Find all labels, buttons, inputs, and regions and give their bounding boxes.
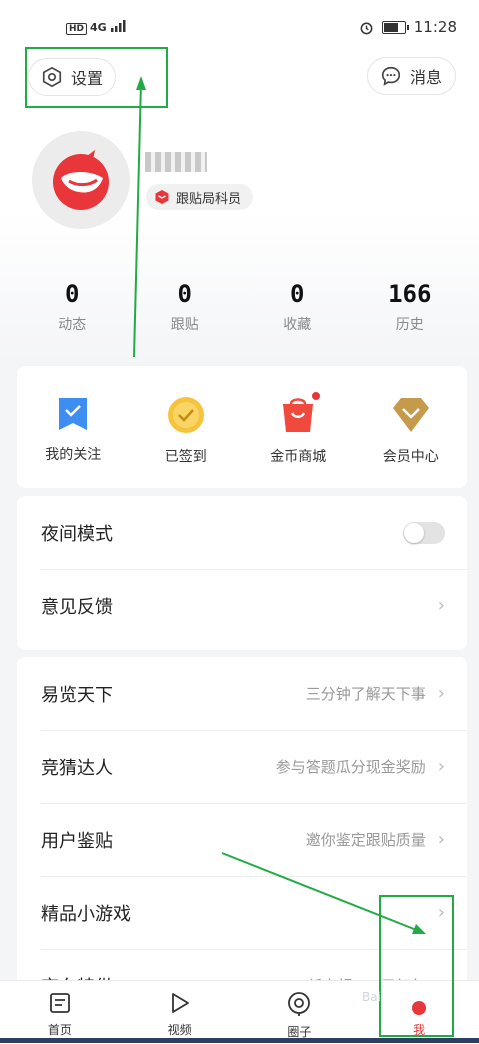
chevron-right-icon: › bbox=[437, 683, 445, 704]
list-item[interactable]: 用户鉴贴 邀你鉴定跟贴质量 › bbox=[17, 803, 467, 876]
shortcut-label: 金币商城 bbox=[270, 449, 327, 465]
row-label: 意见反馈 bbox=[41, 596, 113, 618]
hd-badge: HD bbox=[66, 23, 88, 35]
battery-icon bbox=[381, 20, 409, 34]
settings-card: 夜间模式 意见反馈 › bbox=[17, 496, 467, 650]
stat-history[interactable]: 166 历史 bbox=[354, 280, 467, 334]
shortcut-vip-center[interactable]: 会员中心 bbox=[355, 366, 468, 488]
badge-hexagon-icon bbox=[155, 190, 169, 204]
play-icon bbox=[171, 993, 189, 1013]
message-button[interactable]: 消息 bbox=[367, 57, 456, 95]
message-label: 消息 bbox=[410, 68, 443, 87]
signal-icon bbox=[110, 20, 126, 32]
shopping-bag-icon bbox=[283, 398, 314, 432]
stat-label: 收藏 bbox=[283, 317, 312, 333]
message-bubble-icon bbox=[381, 66, 401, 86]
shortcut-checkin[interactable]: 已签到 bbox=[130, 366, 243, 488]
stat-label: 跟贴 bbox=[170, 317, 199, 333]
app-logo-icon bbox=[53, 150, 109, 210]
stat-value: 166 bbox=[388, 280, 432, 308]
row-label: 夜间模式 bbox=[41, 523, 113, 545]
stat-label: 动态 bbox=[58, 317, 87, 333]
list-item[interactable]: 竞猜达人 参与答题瓜分现金奖励 › bbox=[17, 730, 467, 803]
shortcut-follow[interactable]: 我的关注 bbox=[17, 366, 130, 488]
tab-home[interactable]: 首页 bbox=[0, 981, 120, 1044]
badge-label: 跟贴局科员 bbox=[176, 191, 242, 207]
tab-label: 视频 bbox=[167, 1023, 192, 1037]
alarm-icon bbox=[360, 22, 373, 34]
stat-value: 0 bbox=[177, 280, 192, 308]
diamond-icon bbox=[392, 398, 429, 432]
stat-label: 历史 bbox=[395, 317, 424, 333]
shortcut-label: 我的关注 bbox=[45, 447, 102, 463]
row-label: 竞猜达人 bbox=[41, 757, 113, 779]
watermark: Bai bbox=[362, 990, 381, 1004]
clock: 11:28 bbox=[413, 18, 457, 36]
stat-comments[interactable]: 0 跟贴 bbox=[129, 280, 242, 334]
avatar[interactable] bbox=[32, 131, 130, 229]
network-indicator: HD 4G bbox=[66, 20, 127, 35]
stat-dynamics[interactable]: 0 动态 bbox=[16, 280, 129, 334]
shortcuts-card: 我的关注 已签到 金币商城 会员中心 bbox=[17, 366, 467, 488]
shortcut-coin-mall[interactable]: 金币商城 bbox=[242, 366, 355, 488]
row-label: 易览天下 bbox=[41, 684, 113, 706]
tab-circle[interactable]: 圈子 bbox=[240, 981, 360, 1044]
signal-label: 4G bbox=[90, 21, 107, 34]
username-blurred bbox=[145, 152, 207, 172]
tab-video[interactable]: 视频 bbox=[120, 981, 240, 1044]
bottom-strip bbox=[0, 1038, 479, 1043]
level-badge[interactable]: 跟贴局科员 bbox=[146, 184, 254, 210]
row-value: 邀你鉴定跟贴质量 bbox=[305, 831, 426, 849]
notification-dot bbox=[310, 390, 322, 402]
stat-value: 0 bbox=[290, 280, 305, 308]
chevron-right-icon: › bbox=[437, 595, 445, 616]
bookmark-icon bbox=[59, 398, 88, 430]
checkin-icon bbox=[167, 397, 204, 433]
shortcut-label: 会员中心 bbox=[382, 449, 439, 465]
chevron-right-icon: › bbox=[437, 756, 445, 777]
row-value: 参与答题瓜分现金奖励 bbox=[275, 758, 426, 776]
night-mode-toggle[interactable] bbox=[403, 521, 445, 544]
night-mode-row[interactable]: 夜间模式 bbox=[17, 496, 467, 569]
settings-highlight-box bbox=[25, 47, 168, 108]
tab-label: 首页 bbox=[47, 1023, 72, 1037]
list-item[interactable]: 易览天下 三分钟了解天下事 › bbox=[17, 657, 467, 730]
row-label: 用户鉴贴 bbox=[41, 830, 113, 852]
row-label: 精品小游戏 bbox=[41, 903, 131, 925]
feedback-row[interactable]: 意见反馈 › bbox=[17, 569, 467, 642]
stats-row: 0 动态 0 跟贴 0 收藏 166 历史 bbox=[16, 280, 466, 334]
stat-favorites[interactable]: 0 收藏 bbox=[241, 280, 354, 334]
row-value: 三分钟了解天下事 bbox=[305, 685, 426, 703]
home-icon bbox=[49, 993, 70, 1013]
chevron-right-icon: › bbox=[437, 829, 445, 850]
shortcut-label: 已签到 bbox=[164, 449, 207, 465]
me-tab-highlight-box bbox=[379, 895, 454, 1037]
stat-value: 0 bbox=[65, 280, 80, 308]
circle-icon bbox=[288, 992, 311, 1016]
